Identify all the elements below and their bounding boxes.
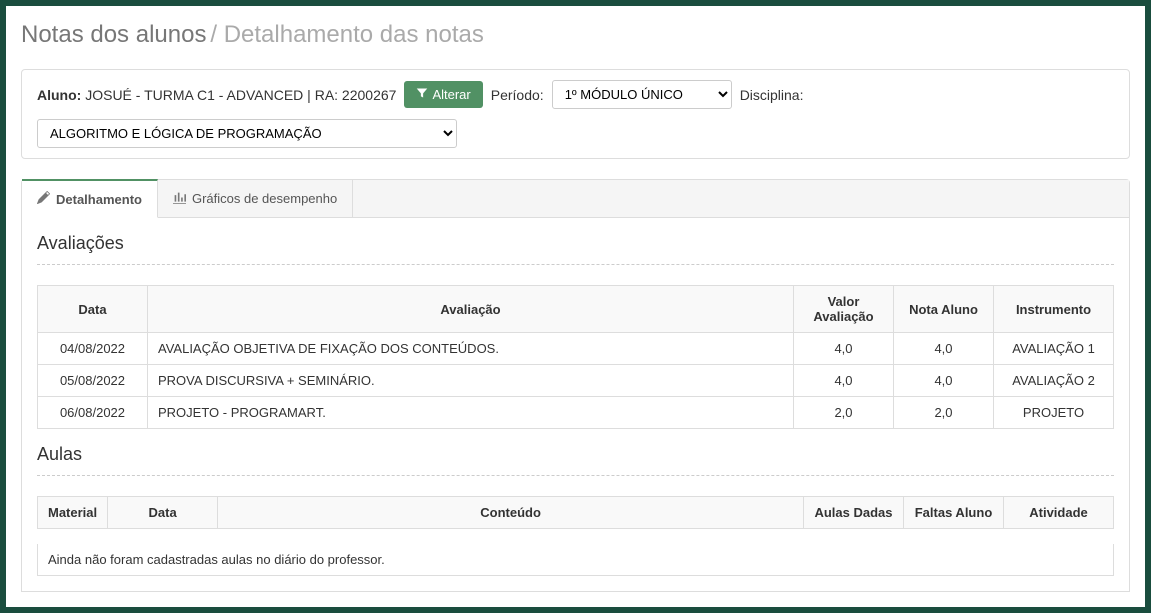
cell-data: 04/08/2022: [38, 333, 148, 365]
disciplina-select[interactable]: ALGORITMO E LÓGICA DE PROGRAMAÇÃO: [37, 119, 457, 148]
page-subtitle: Detalhamento das notas: [224, 21, 484, 48]
cell-instrumento: AVALIAÇÃO 1: [994, 333, 1114, 365]
alterar-label: Alterar: [432, 87, 470, 102]
section-divider: [37, 264, 1114, 265]
filter-row-2: ALGORITMO E LÓGICA DE PROGRAMAÇÃO: [37, 109, 1114, 148]
cell-data: 06/08/2022: [38, 397, 148, 429]
tab-detalhamento-label: Detalhamento: [56, 192, 142, 207]
th-atividade: Atividade: [1004, 497, 1114, 529]
cell-instrumento: AVALIAÇÃO 2: [994, 365, 1114, 397]
aluno-value: JOSUÉ - TURMA C1 - ADVANCED | RA: 220026…: [85, 87, 396, 103]
table-header-row: Material Data Conteúdo Aulas Dadas Falta…: [38, 497, 1114, 529]
alterar-button[interactable]: Alterar: [404, 81, 482, 108]
cell-data: 05/08/2022: [38, 365, 148, 397]
th-conteudo: Conteúdo: [218, 497, 804, 529]
aulas-table: Material Data Conteúdo Aulas Dadas Falta…: [37, 496, 1114, 529]
cell-avaliacao: PROJETO - PROGRAMART.: [148, 397, 794, 429]
table-row: 06/08/2022 PROJETO - PROGRAMART. 2,0 2,0…: [38, 397, 1114, 429]
th-data: Data: [38, 286, 148, 333]
table-row: 05/08/2022 PROVA DISCURSIVA + SEMINÁRIO.…: [38, 365, 1114, 397]
table-row: 04/08/2022 AVALIAÇÃO OBJETIVA DE FIXAÇÃO…: [38, 333, 1114, 365]
page-title: Notas dos alunos: [21, 21, 206, 48]
chart-icon: [173, 191, 186, 207]
avaliacoes-table: Data Avaliação Valor Avaliação Nota Alun…: [37, 285, 1114, 429]
cell-valor: 4,0: [794, 333, 894, 365]
aulas-empty-message: Ainda não foram cadastradas aulas no diá…: [37, 544, 1114, 576]
aulas-title: Aulas: [37, 444, 1114, 465]
cell-avaliacao: AVALIAÇÃO OBJETIVA DE FIXAÇÃO DOS CONTEÚ…: [148, 333, 794, 365]
tab-content: Avaliações Data Avaliação Valor Avaliaçã…: [22, 218, 1129, 591]
periodo-label: Período:: [491, 87, 544, 103]
cell-nota: 4,0: [894, 365, 994, 397]
edit-icon: [37, 191, 50, 207]
tabs-nav: Detalhamento Gráficos de desempenho: [22, 180, 1129, 218]
tab-graficos-label: Gráficos de desempenho: [192, 191, 337, 206]
th-avaliacao: Avaliação: [148, 286, 794, 333]
cell-nota: 2,0: [894, 397, 994, 429]
aluno-label-bold: Aluno:: [37, 87, 81, 103]
cell-valor: 4,0: [794, 365, 894, 397]
filter-icon: [416, 87, 428, 102]
cell-avaliacao: PROVA DISCURSIVA + SEMINÁRIO.: [148, 365, 794, 397]
aluno-label: Aluno: JOSUÉ - TURMA C1 - ADVANCED | RA:…: [37, 87, 396, 103]
filter-panel: Aluno: JOSUÉ - TURMA C1 - ADVANCED | RA:…: [21, 69, 1130, 159]
cell-nota: 4,0: [894, 333, 994, 365]
tab-detalhamento[interactable]: Detalhamento: [22, 179, 158, 218]
page-container: Notas dos alunos / Detalhamento das nota…: [6, 6, 1145, 607]
th-aulas-data: Data: [108, 497, 218, 529]
table-header-row: Data Avaliação Valor Avaliação Nota Alun…: [38, 286, 1114, 333]
disciplina-label: Disciplina:: [740, 87, 804, 103]
section-divider-2: [37, 475, 1114, 476]
th-aulas-dadas: Aulas Dadas: [804, 497, 904, 529]
breadcrumb-separator: /: [210, 21, 223, 48]
th-faltas: Faltas Aluno: [904, 497, 1004, 529]
th-instrumento: Instrumento: [994, 286, 1114, 333]
periodo-select[interactable]: 1º MÓDULO ÚNICO: [552, 80, 732, 109]
tabs-container: Detalhamento Gráficos de desempenho Aval…: [21, 179, 1130, 592]
cell-valor: 2,0: [794, 397, 894, 429]
th-nota: Nota Aluno: [894, 286, 994, 333]
filter-row: Aluno: JOSUÉ - TURMA C1 - ADVANCED | RA:…: [37, 80, 1114, 109]
tab-graficos[interactable]: Gráficos de desempenho: [158, 180, 353, 217]
page-header: Notas dos alunos / Detalhamento das nota…: [21, 21, 1130, 49]
avaliacoes-body: 04/08/2022 AVALIAÇÃO OBJETIVA DE FIXAÇÃO…: [38, 333, 1114, 429]
th-material: Material: [38, 497, 108, 529]
th-valor: Valor Avaliação: [794, 286, 894, 333]
avaliacoes-title: Avaliações: [37, 233, 1114, 254]
cell-instrumento: PROJETO: [994, 397, 1114, 429]
